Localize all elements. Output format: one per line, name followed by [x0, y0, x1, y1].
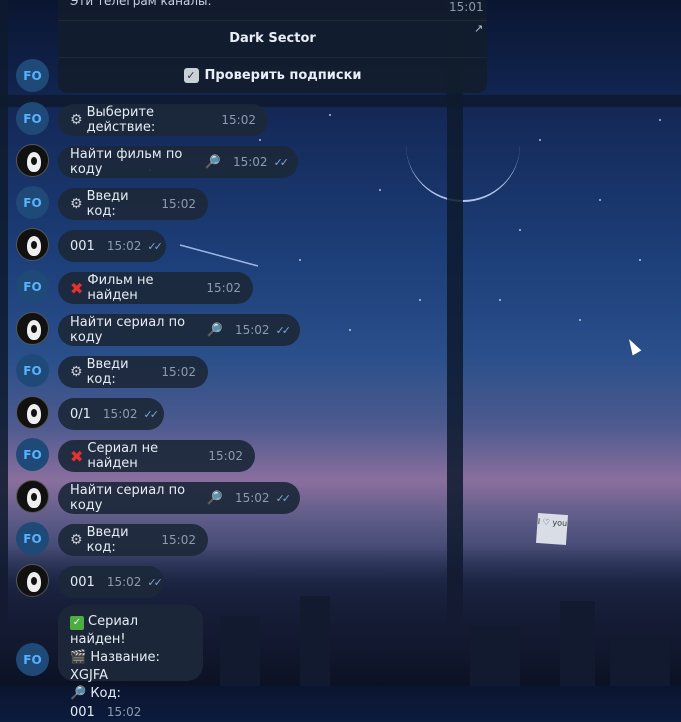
message-time: 15:02 [106, 239, 142, 253]
user-avatar[interactable] [16, 396, 49, 429]
magnifier-icon: 🔎 [204, 154, 221, 170]
message-time: 15:02 [161, 365, 196, 379]
message-time: 15:02 [234, 323, 270, 337]
moon-crescent [406, 120, 520, 202]
message-text: Введи код: [86, 525, 129, 555]
message-text: Сериал не найден [87, 441, 159, 471]
message-bubble: ⚙ Введи код: 15:02 [58, 188, 208, 220]
magnifier-icon: 🔎 [206, 322, 223, 338]
read-receipt-icon: ✓✓ [143, 407, 160, 421]
check-mark-icon: ✓ [70, 616, 84, 630]
user-avatar[interactable] [16, 480, 49, 513]
message-bubble: Найти сериал по коду 🔎 15:02 ✓✓ [58, 482, 300, 514]
message-time: 15:02 [232, 155, 268, 169]
message-time: 15:02 [208, 449, 243, 463]
message-bubble: ⚙ Выберите действие: 15:02 [58, 104, 268, 136]
cross-icon: ✖ [70, 446, 84, 466]
user-avatar[interactable] [16, 228, 49, 261]
read-receipt-icon: ✓✓ [147, 239, 163, 253]
message-time: 15:02 [234, 491, 270, 505]
message-time: 15:02 [106, 705, 142, 719]
gear-icon: ⚙ [70, 532, 83, 548]
user-avatar[interactable] [16, 564, 49, 597]
gear-icon: ⚙ [70, 196, 83, 212]
message-text: 0/1 [70, 406, 91, 422]
message-bubble: Найти фильм по коду 🔎 15:02 ✓✓ [58, 146, 298, 178]
message-bubble: ⚙ Введи код: 15:02 [58, 356, 208, 388]
read-receipt-icon: ✓✓ [275, 323, 292, 337]
gear-icon: ⚙ [70, 364, 83, 380]
message-time: 15:02 [106, 575, 142, 589]
message-bubble: ✖ Сериал не найден 15:02 [58, 440, 255, 472]
magnifier-icon: 🔎 [206, 490, 223, 506]
message-text: Найти фильм по коду [70, 147, 183, 177]
message-text: Выберите действие: [86, 105, 156, 135]
message-time: 15:02 [161, 197, 196, 211]
cross-icon: ✖ [70, 278, 84, 298]
message-bubble: ✓ Сериал найден! 🎬 Название: XGJFA 🔎 Код:… [58, 605, 203, 720]
message-text: Фильм не найден [87, 273, 154, 303]
message-bubble: 001 15:02 ✓✓ [58, 230, 166, 262]
message-bubble: Найти сериал по коду 🔎 15:02 ✓✓ [58, 314, 300, 346]
wallpaper-note: I ♡ you [535, 512, 569, 546]
external-link-icon: ↗ [474, 22, 484, 35]
message-text: Найти сериал по коду [70, 483, 186, 513]
user-avatar[interactable] [16, 144, 49, 177]
gear-icon: ⚙ [70, 112, 83, 128]
message-time: 15:02 [102, 407, 138, 421]
message-text: 001 [70, 574, 95, 590]
checkmark-icon: ✓ [183, 67, 199, 83]
dark-sector-label: Dark Sector [229, 30, 316, 46]
check-subscriptions-button[interactable]: ✓ Проверить подписки [58, 57, 487, 92]
card-caption: Эти телеграм каналы: [70, 0, 212, 8]
bot-avatar[interactable]: FO [16, 438, 49, 471]
message-text: Введи код: [86, 357, 129, 387]
message-bubble: ✖ Фильм не найден 15:02 [58, 272, 253, 304]
bot-avatar[interactable]: FO [16, 102, 49, 135]
bot-avatar[interactable]: FO [16, 59, 49, 92]
message-text: Найти сериал по коду [70, 315, 186, 345]
message-time: 15:02 [221, 113, 256, 127]
read-receipt-icon: ✓✓ [147, 575, 163, 589]
magnifier-icon: 🔎 [70, 686, 87, 701]
read-receipt-icon: ✓✓ [275, 491, 292, 505]
message-text: 001 [70, 238, 95, 254]
bot-avatar[interactable]: FO [16, 354, 49, 387]
message-time: 15:02 [161, 533, 196, 547]
message-bubble: 001 15:02 ✓✓ [58, 566, 164, 598]
clapperboard-icon: 🎬 [70, 650, 87, 665]
card-time: 15:01 [449, 0, 484, 14]
message-bubble: ⚙ Введи код: 15:02 [58, 524, 208, 556]
read-receipt-icon: ✓✓ [273, 155, 290, 169]
message-time: 15:02 [206, 281, 241, 295]
bot-avatar[interactable]: FO [16, 643, 49, 676]
bot-avatar[interactable]: FO [16, 270, 49, 303]
check-subscriptions-label: Проверить подписки [204, 67, 362, 83]
bot-avatar[interactable]: FO [16, 186, 49, 219]
bot-avatar[interactable]: FO [16, 522, 49, 555]
mouse-cursor [624, 336, 642, 356]
user-avatar[interactable] [16, 312, 49, 345]
dark-sector-button[interactable]: Dark Sector [58, 20, 487, 55]
message-text: Введи код: [86, 189, 129, 219]
message-bubble: 0/1 15:02 ✓✓ [58, 398, 164, 430]
